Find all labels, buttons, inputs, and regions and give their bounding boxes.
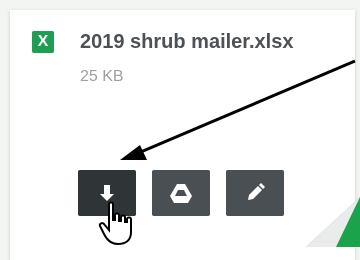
file-size: 25 KB — [80, 68, 124, 85]
excel-icon: X — [32, 31, 54, 53]
google-drive-icon — [170, 184, 192, 203]
edit-button[interactable] — [226, 170, 284, 216]
pencil-icon — [248, 183, 265, 200]
google-drive-button[interactable] — [152, 170, 210, 216]
file-name[interactable]: 2019 shrub mailer.xlsx — [80, 31, 293, 54]
corner-fold-icon — [306, 197, 360, 247]
pointer-hand-icon — [98, 201, 132, 246]
